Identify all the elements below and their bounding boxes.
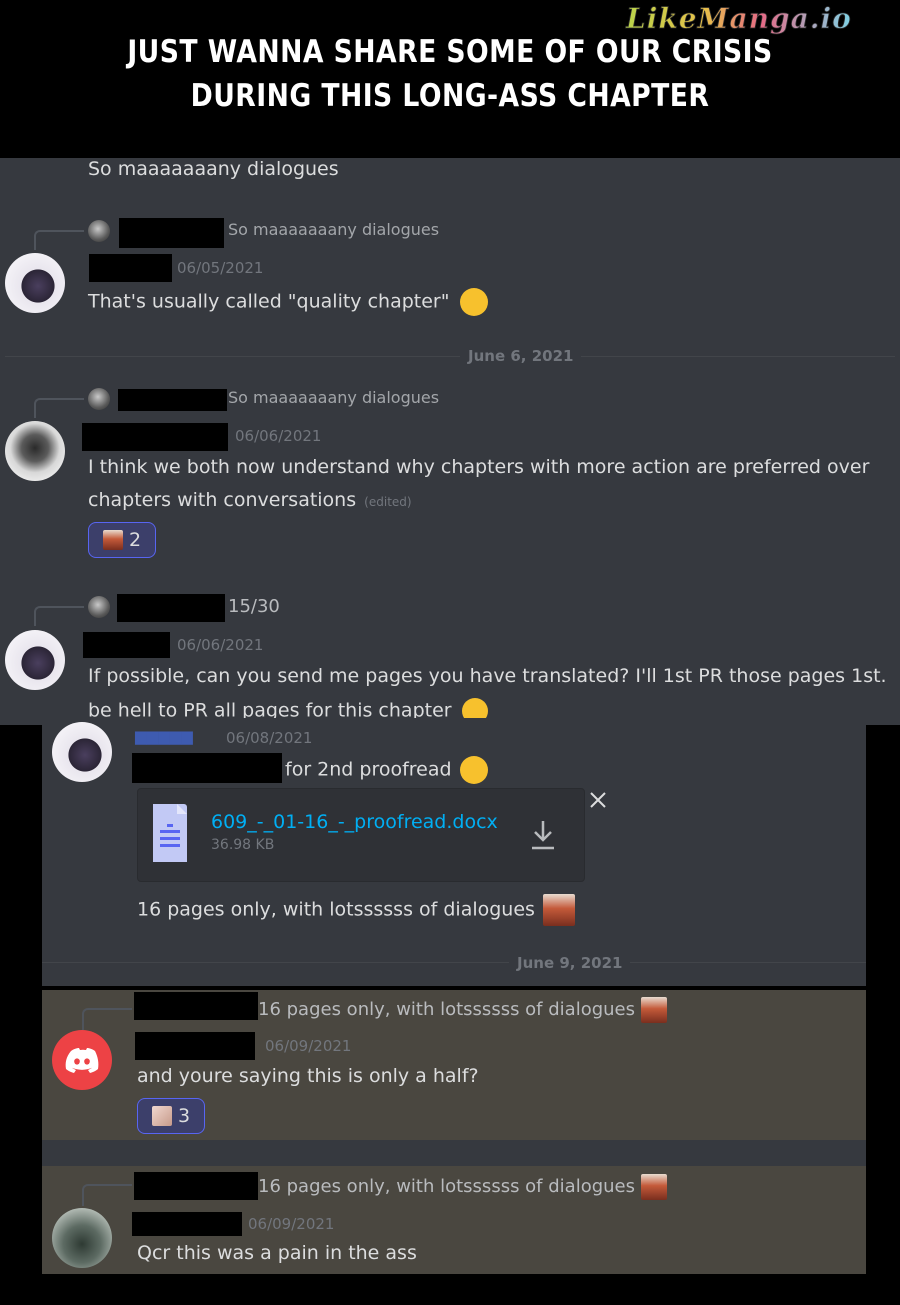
reply-preview[interactable]: So maaaaaaany dialogues	[228, 220, 439, 239]
document-icon	[153, 804, 187, 862]
message-text: Qcr this was a pain in the ass	[137, 1242, 417, 1264]
date-divider	[5, 356, 895, 357]
reply-connector	[34, 606, 84, 626]
message-timestamp: 06/06/2021	[235, 427, 322, 445]
message-text: for 2nd proofread	[285, 756, 488, 784]
redacted-username	[134, 1172, 258, 1200]
reply-preview[interactable]: 16 pages only, with lotssssss of dialogu…	[258, 997, 667, 1023]
close-icon[interactable]	[588, 790, 608, 814]
message-timestamp: 06/05/2021	[177, 259, 264, 277]
reply-preview[interactable]: 16 pages only, with lotssssss of dialogu…	[258, 1174, 667, 1200]
message-timestamp: 06/09/2021	[248, 1215, 335, 1233]
username-link[interactable]: ▆▆▆▆▆	[135, 727, 219, 745]
download-icon[interactable]	[530, 819, 556, 855]
rofl-emoji-icon	[459, 288, 488, 316]
message-timestamp: 06/06/2021	[177, 636, 264, 654]
meme-emoji-icon	[640, 1174, 667, 1200]
redacted-username	[83, 632, 170, 658]
chat-panel-bottom-content: ▆▆▆▆▆ 06/08/2021 for 2nd proofread 609_-…	[0, 718, 900, 1278]
reply-avatar	[88, 596, 110, 618]
file-name-link[interactable]: 609_-_01-16_-_proofread.docx	[211, 811, 498, 833]
grin-emoji-icon	[459, 756, 488, 784]
message-timestamp: 06/09/2021	[265, 1037, 352, 1055]
reaction-count: 2	[128, 529, 142, 551]
message-text: If possible, can you send me pages you h…	[88, 665, 887, 687]
reply-connector	[34, 230, 84, 250]
user-avatar[interactable]	[52, 722, 112, 782]
user-avatar[interactable]	[5, 630, 65, 690]
anime-emoji-icon	[151, 1106, 172, 1126]
date-divider-label: June 9, 2021	[509, 954, 631, 972]
reply-connector	[82, 1184, 132, 1206]
reply-preview[interactable]: So maaaaaaany dialogues	[228, 388, 439, 407]
user-avatar[interactable]	[52, 1030, 112, 1090]
redacted-username	[132, 1212, 242, 1236]
file-attachment[interactable]: 609_-_01-16_-_proofread.docx 36.98 KB	[137, 788, 585, 882]
date-divider-label: June 6, 2021	[460, 347, 582, 365]
user-avatar[interactable]	[52, 1208, 112, 1268]
redacted-username	[119, 218, 224, 248]
chat-panel-top: So maaaaaaany dialogues So maaaaaaany di…	[0, 158, 900, 725]
title-line-1: JUST WANNA SHARE SOME OF OUR CRISIS	[127, 34, 773, 70]
message-text: chapters with conversations (edited)	[88, 489, 412, 511]
user-avatar[interactable]	[5, 421, 65, 481]
meme-emoji-icon	[102, 530, 123, 550]
redacted-username	[89, 254, 172, 282]
message-text: I think we both now understand why chapt…	[88, 456, 870, 478]
reply-preview[interactable]: 15/30	[228, 596, 280, 617]
discord-logo-icon	[65, 1048, 99, 1073]
redacted-username	[117, 594, 225, 622]
title-line-2: DURING THIS LONG-ASS CHAPTER	[190, 78, 710, 114]
reaction-button[interactable]: 3	[137, 1098, 205, 1134]
reaction-button[interactable]: 2	[88, 522, 156, 558]
page-title: JUST WANNA SHARE SOME OF OUR CRISIS DURI…	[63, 30, 837, 118]
message-gap	[42, 1140, 866, 1166]
message-text: So maaaaaaany dialogues	[88, 158, 339, 180]
message-text: That's usually called "quality chapter"	[88, 288, 488, 316]
message-text: and youre saying this is only a half?	[137, 1065, 479, 1087]
edited-label: (edited)	[364, 495, 412, 509]
reply-avatar	[88, 388, 110, 410]
reply-connector	[82, 1008, 132, 1030]
message-timestamp: 06/08/2021	[226, 729, 313, 747]
date-divider	[42, 962, 866, 963]
meme-emoji-icon	[640, 997, 667, 1023]
user-avatar[interactable]	[5, 253, 65, 313]
reaction-count: 3	[177, 1105, 191, 1127]
redacted-username	[82, 423, 228, 451]
redacted-username	[132, 753, 282, 783]
message-text: 16 pages only, with lotssssss of dialogu…	[137, 894, 575, 926]
redacted-username	[134, 992, 258, 1020]
meme-emoji-icon	[543, 894, 575, 926]
redacted-username	[118, 389, 227, 411]
reply-connector	[34, 398, 84, 418]
file-size: 36.98 KB	[211, 837, 275, 853]
reply-avatar	[88, 220, 110, 242]
redacted-username	[135, 1032, 255, 1060]
